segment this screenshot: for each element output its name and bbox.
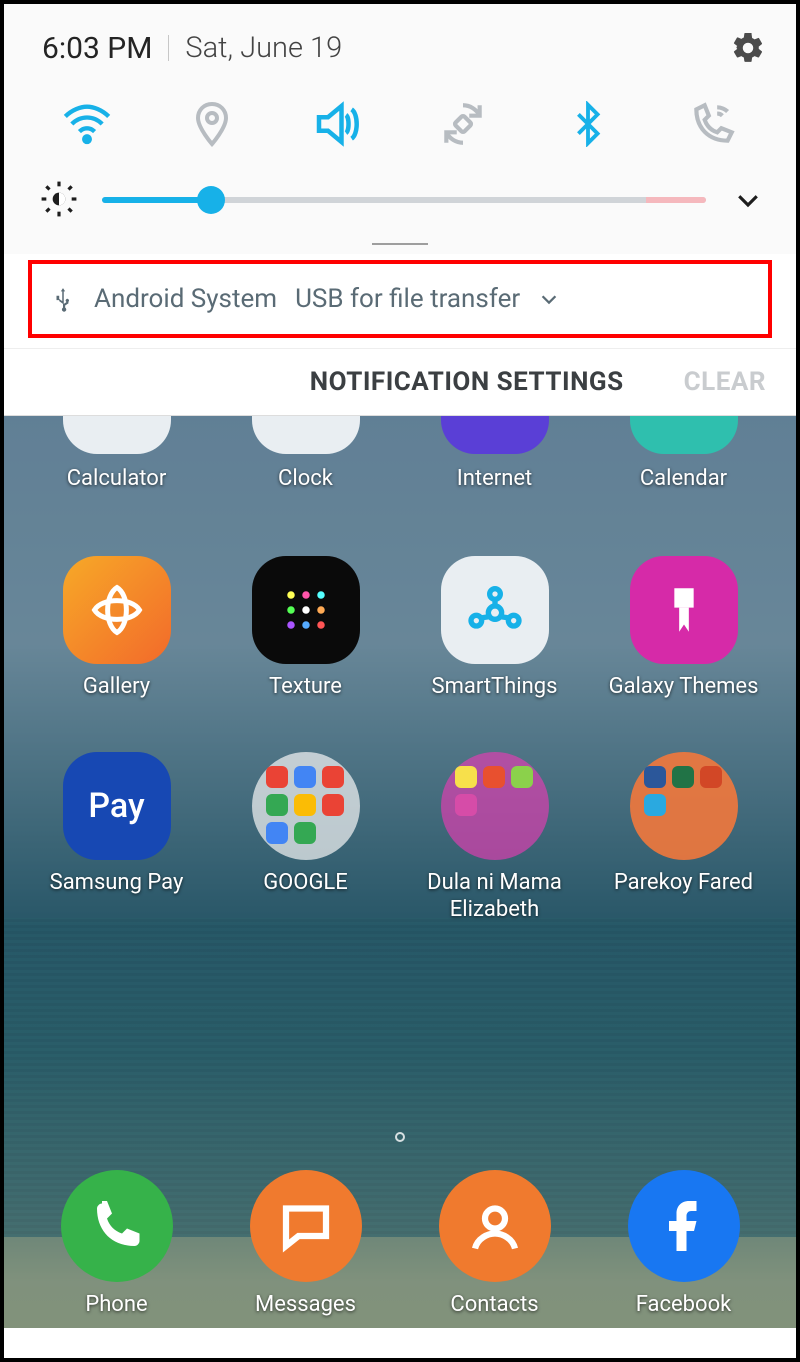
app-label: Parekoy Fared xyxy=(614,870,753,896)
auto-rotate-tile[interactable] xyxy=(435,96,491,152)
wifi-tile[interactable] xyxy=(59,96,115,152)
chevron-down-icon xyxy=(733,185,763,215)
app-galaxy-themes[interactable]: Galaxy Themes xyxy=(589,556,778,700)
notification-source: Android System xyxy=(94,284,277,314)
wifi-icon xyxy=(61,98,113,150)
clock-date: Sat, June 19 xyxy=(185,31,342,65)
divider xyxy=(168,35,169,61)
folder-dula[interactable]: Dula ni Mama Elizabeth xyxy=(400,752,589,923)
messages-icon xyxy=(276,1196,336,1256)
expand-brightness-button[interactable] xyxy=(728,180,768,220)
app-label: GOOGLE xyxy=(263,870,348,896)
dock-phone[interactable]: Phone xyxy=(22,1170,211,1318)
notification-text: USB for file transfer xyxy=(295,284,520,314)
app-label: Calculator xyxy=(67,466,167,492)
usb-icon xyxy=(50,286,76,312)
app-grid: Gallery Texture SmartThings Galaxy Theme… xyxy=(4,556,796,923)
quick-tiles-row xyxy=(4,88,796,172)
app-smartthings[interactable]: SmartThings xyxy=(400,556,589,700)
facebook-icon xyxy=(654,1196,714,1256)
location-icon xyxy=(188,100,236,148)
dock-facebook[interactable]: Facebook xyxy=(589,1170,778,1318)
app-calendar[interactable]: Calendar xyxy=(589,416,778,492)
usb-notification[interactable]: Android System USB for file transfer xyxy=(28,260,772,338)
brightness-slider-thumb[interactable] xyxy=(197,186,225,214)
smartthings-icon xyxy=(463,578,527,642)
phone-icon xyxy=(87,1196,147,1256)
auto-rotate-icon xyxy=(438,99,488,149)
app-samsung-pay[interactable]: Pay Samsung Pay xyxy=(22,752,211,923)
app-label: SmartThings xyxy=(432,674,558,700)
folder-google[interactable]: GOOGLE xyxy=(211,752,400,923)
app-calculator[interactable]: Calculator xyxy=(22,416,211,492)
auto-brightness-toggle[interactable] xyxy=(40,180,80,220)
panel-drag-handle[interactable] xyxy=(4,242,796,254)
app-label: Galaxy Themes xyxy=(609,674,759,700)
app-clock[interactable]: Clock xyxy=(211,416,400,492)
notification-actions: NOTIFICATION SETTINGS CLEAR xyxy=(4,349,796,416)
app-row-peek: Calculator Clock Internet Calendar xyxy=(4,416,796,492)
home-screen: Calculator Clock Internet Calendar Galle… xyxy=(4,416,796,1328)
app-label: Facebook xyxy=(636,1292,732,1318)
texture-icon xyxy=(276,580,336,640)
dock-messages[interactable]: Messages xyxy=(211,1170,400,1318)
app-internet[interactable]: Internet xyxy=(400,416,589,492)
app-label: Texture xyxy=(269,674,342,700)
wifi-calling-tile[interactable] xyxy=(685,96,741,152)
brush-icon xyxy=(655,581,713,639)
dock-contacts[interactable]: Contacts xyxy=(400,1170,589,1318)
gear-icon xyxy=(730,30,766,66)
app-label: Clock xyxy=(278,466,333,492)
sound-icon xyxy=(310,97,364,151)
location-tile[interactable] xyxy=(184,96,240,152)
wifi-calling-icon xyxy=(688,99,738,149)
status-header: 6:03 PM Sat, June 19 xyxy=(4,14,796,88)
gallery-icon xyxy=(87,580,147,640)
page-indicator xyxy=(395,1132,405,1142)
notification-settings-button[interactable]: NOTIFICATION SETTINGS xyxy=(310,367,624,397)
contacts-icon xyxy=(465,1196,525,1256)
quick-settings-panel: 6:03 PM Sat, June 19 xyxy=(4,4,796,254)
app-label: Contacts xyxy=(450,1292,538,1318)
app-label: Phone xyxy=(85,1292,147,1318)
app-label: Samsung Pay xyxy=(50,870,184,896)
brightness-row xyxy=(4,172,796,242)
sound-tile[interactable] xyxy=(309,96,365,152)
app-texture[interactable]: Texture xyxy=(211,556,400,700)
bluetooth-icon xyxy=(565,101,611,147)
app-gallery[interactable]: Gallery xyxy=(22,556,211,700)
clear-all-button[interactable]: CLEAR xyxy=(684,367,766,397)
clock-time: 6:03 PM xyxy=(42,31,152,66)
app-label: Calendar xyxy=(640,466,727,492)
dock: Phone Messages Contacts Facebook xyxy=(4,1170,796,1318)
brightness-icon xyxy=(40,180,78,218)
brightness-slider[interactable] xyxy=(102,180,706,220)
app-label: Internet xyxy=(457,466,532,492)
settings-gear-button[interactable] xyxy=(728,28,768,68)
folder-parekoy[interactable]: Parekoy Fared xyxy=(589,752,778,923)
app-label: Dula ni Mama Elizabeth xyxy=(410,870,580,923)
chevron-down-icon xyxy=(538,288,560,310)
app-label: Messages xyxy=(255,1292,356,1318)
app-label: Gallery xyxy=(83,674,150,700)
bluetooth-tile[interactable] xyxy=(560,96,616,152)
